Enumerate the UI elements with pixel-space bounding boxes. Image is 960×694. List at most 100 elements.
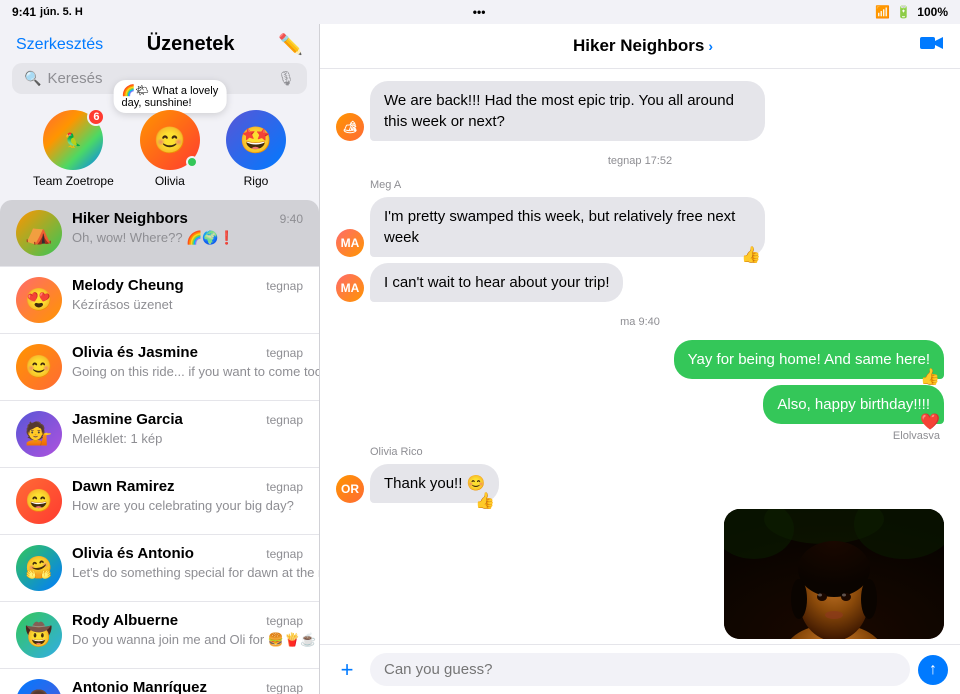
conv-name-dawn: Dawn Ramirez — [72, 478, 175, 495]
status-date: jún. 5. H — [40, 6, 83, 18]
pinned-label-rigo: Rigo — [244, 174, 269, 188]
reaction-heart-5: ❤️ — [920, 412, 940, 434]
conv-item-hiker[interactable]: ⛺ Hiker Neighbors 9:40 Oh, wow! Where?? … — [0, 200, 319, 267]
battery-level: 100% — [917, 5, 948, 19]
avatar-rigo: 🤩 — [226, 110, 286, 170]
compose-button[interactable]: ✏️ — [278, 32, 303, 57]
sender-label-mga: Meg A — [370, 179, 944, 191]
conv-name-melody: Melody Cheung — [72, 277, 184, 294]
status-right: 📶 🔋 100% — [875, 5, 948, 19]
conv-preview-rody: Do you wanna join me and Oli for 🍔🍟☕ bre… — [72, 632, 319, 647]
sidebar-title: Üzenetek — [147, 33, 235, 56]
conv-avatar-rody: 🤠 — [16, 612, 62, 658]
search-icon: 🔍 — [24, 70, 41, 87]
status-bar: 9:41 jún. 5. H ••• 📶 🔋 100% — [0, 0, 960, 24]
message-row-3: MA I can't wait to hear about your trip! — [336, 263, 944, 302]
conv-preview-jasmine: Melléklet: 1 kép — [72, 431, 162, 446]
conv-item-oliviaa[interactable]: 🤗 Olivia és Antonio tegnap Let's do some… — [0, 535, 319, 602]
conv-avatar-oliviaj: 😊 — [16, 344, 62, 390]
msg-bubble-1: We are back!!! Had the most epic trip. Y… — [370, 81, 765, 141]
sender-label-olivia: Olivia Rico — [370, 446, 944, 458]
pinned-contact-rigo[interactable]: 🤩 Rigo — [226, 110, 286, 188]
chat-header: Hiker Neighbors › — [320, 24, 960, 69]
conv-name-hiker: Hiker Neighbors — [72, 210, 188, 227]
chat-title[interactable]: Hiker Neighbors › — [573, 36, 713, 56]
conv-item-rody[interactable]: 🤠 Rody Albuerne tegnap Do you wanna join… — [0, 602, 319, 669]
mic-icon[interactable]: 🎙 — [277, 70, 295, 87]
conv-item-jasmine[interactable]: 💁 Jasmine Garcia tegnap Melléklet: 1 kép — [0, 401, 319, 468]
status-time: 9:41 — [12, 5, 36, 19]
conv-preview-dawn: How are you celebrating your big day? — [72, 498, 294, 513]
chat-title-chevron-icon: › — [708, 38, 713, 54]
conv-avatar-antonio: 👨 — [16, 679, 62, 694]
pinned-label-olivia: Olivia — [155, 174, 185, 188]
conv-name-jasmine: Jasmine Garcia — [72, 411, 183, 428]
timestamp-2: ma 9:40 — [336, 316, 944, 328]
conv-item-melody[interactable]: 😍 Melody Cheung tegnap Kézírásos üzenet — [0, 267, 319, 334]
message-row-6: OR Thank you!! 😊 👍 — [336, 464, 944, 503]
conv-time-antonio: tegnap — [266, 681, 303, 694]
conv-time-oliviaa: tegnap — [266, 547, 303, 561]
conv-avatar-oliviaa: 🤗 — [16, 545, 62, 591]
conv-time-rody: tegnap — [266, 614, 303, 628]
message-input[interactable] — [370, 653, 910, 686]
conv-time-oliviaj: tegnap — [266, 346, 303, 360]
unread-badge-team: 6 — [87, 108, 105, 126]
status-left: 9:41 jún. 5. H — [12, 5, 83, 19]
msg-bubble-2: I'm pretty swamped this week, but relati… — [370, 197, 765, 257]
conv-item-antonio[interactable]: 👨 Antonio Manríquez tegnap — [0, 669, 319, 694]
conv-time-melody: tegnap — [266, 279, 303, 293]
chat-title-text: Hiker Neighbors — [573, 36, 704, 56]
conv-avatar-dawn: 😄 — [16, 478, 62, 524]
pinned-contacts-row: 🦜 6 Team Zoetrope 🌈🌤 What a lovelyday, s… — [0, 102, 319, 200]
msg-bubble-3: I can't wait to hear about your trip! — [370, 263, 623, 302]
conv-preview-hiker: Oh, wow! Where?? 🌈🌍❗️ — [72, 230, 235, 245]
conv-time-hiker: 9:40 — [280, 212, 303, 226]
msg-bubble-5: Also, happy birthday!!!! ❤️ — [763, 385, 944, 424]
conv-name-rody: Rody Albuerne — [72, 612, 178, 629]
conv-name-oliviaa: Olivia és Antonio — [72, 545, 194, 562]
sidebar-header: Szerkesztés Üzenetek ✏️ — [0, 24, 319, 63]
battery-icon: 🔋 — [896, 5, 911, 19]
pinned-contact-team[interactable]: 🦜 6 Team Zoetrope — [33, 110, 114, 188]
conv-name-oliviaj: Olivia és Jasmine — [72, 344, 198, 361]
conv-item-oliviaj[interactable]: 😊 Olivia és Jasmine tegnap Going on this… — [0, 334, 319, 401]
messages-area: 🏕 We are back!!! Had the most epic trip.… — [320, 69, 960, 644]
olivia-message-bubble: 🌈🌤 What a lovelyday, sunshine! — [113, 80, 226, 113]
conv-avatar-hiker: ⛺ — [16, 210, 62, 256]
conv-avatar-jasmine: 💁 — [16, 411, 62, 457]
reaction-thumbs-2: 👍 — [741, 245, 761, 267]
add-attachment-button[interactable]: + — [332, 655, 362, 685]
video-thumbnail[interactable] — [724, 509, 944, 639]
video-call-button[interactable] — [920, 34, 944, 58]
conv-time-dawn: tegnap — [266, 480, 303, 494]
msg-bubble-6: Thank you!! 😊 👍 — [370, 464, 499, 503]
msg-bubble-4: Yay for being home! And same here! 👍 — [674, 340, 944, 379]
conv-avatar-melody: 😍 — [16, 277, 62, 323]
conv-item-dawn[interactable]: 😄 Dawn Ramirez tegnap How are you celebr… — [0, 468, 319, 535]
pinned-contact-olivia[interactable]: 🌈🌤 What a lovelyday, sunshine! 😊 Olivia — [140, 110, 200, 188]
chat-panel: Hiker Neighbors › 🏕 We are back!!! Had t… — [320, 24, 960, 694]
message-row-2: MA I'm pretty swamped this week, but rel… — [336, 197, 944, 257]
msg-avatar-3: MA — [336, 274, 364, 302]
send-arrow-icon: ↑ — [929, 661, 937, 679]
reaction-thumbs-6: 👍 — [475, 491, 495, 513]
timestamp-1: tegnap 17:52 — [336, 155, 944, 167]
pinned-label-team: Team Zoetrope — [33, 174, 114, 188]
conv-preview-oliviaj: Going on this ride... if you want to com… — [72, 364, 319, 379]
edit-button[interactable]: Szerkesztés — [16, 36, 103, 54]
message-row-4: Yay for being home! And same here! 👍 — [336, 340, 944, 379]
read-receipt: Elolvasva — [336, 430, 940, 442]
online-indicator-olivia — [186, 156, 198, 168]
wifi-icon: 📶 — [875, 5, 890, 19]
send-button[interactable]: ↑ — [918, 655, 948, 685]
conversation-list: ⛺ Hiker Neighbors 9:40 Oh, wow! Where?? … — [0, 200, 319, 694]
status-dots: ••• — [473, 5, 486, 19]
msg-avatar-2: MA — [336, 229, 364, 257]
message-row-5: Also, happy birthday!!!! ❤️ — [336, 385, 944, 424]
conv-preview-oliviaa: Let's do something special for dawn at t… — [72, 565, 319, 580]
message-input-row: + ↑ — [320, 644, 960, 694]
message-row-video — [336, 509, 944, 639]
msg-avatar-6: OR — [336, 475, 364, 503]
app-container: Szerkesztés Üzenetek ✏️ 🔍 Keresés 🎙 🦜 6 … — [0, 24, 960, 694]
